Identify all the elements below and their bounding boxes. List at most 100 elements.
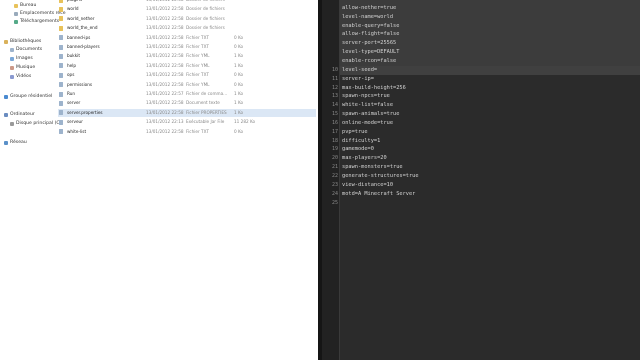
file-date: 13/01/2012 22:58 <box>146 53 184 59</box>
text-file-icon <box>59 129 63 135</box>
nav-item-label: Bureau <box>20 3 37 8</box>
file-date: 13/01/2012 22:58 <box>146 81 184 87</box>
file-row[interactable]: server 13/01/2012 22:58 Document texte 1 Ko <box>58 99 316 107</box>
file-type: Fichier TXT <box>186 72 209 78</box>
properties-file-icon <box>59 110 63 116</box>
code-line: online-mode=true <box>342 119 394 126</box>
nav-item-label: Documents <box>16 47 43 52</box>
code-line: max-build-height=256 <box>342 84 406 91</box>
jar-file-icon <box>59 119 63 125</box>
file-size: 11 282 Ko <box>234 119 256 125</box>
file-date: 13/01/2012 22:13 <box>146 119 184 125</box>
file-size: 0 Ko <box>234 34 244 40</box>
file-row[interactable]: Run 13/01/2012 22:57 Fichier de comma... 1 … <box>58 90 316 98</box>
nav-item[interactable]: Images <box>10 55 33 63</box>
library-icon <box>4 40 8 44</box>
document-icon <box>10 48 14 52</box>
nav-item[interactable]: Groupe résidentiel <box>4 93 52 101</box>
file-row[interactable]: world_nether 13/01/2012 22:58 Dossier de f… <box>58 15 316 23</box>
line-number: 20 <box>331 155 338 162</box>
file-row[interactable]: serveur 13/01/2012 22:13 Exécutable Jar Fi… <box>58 118 316 126</box>
file-date: 13/01/2012 22:58 <box>146 62 184 68</box>
file-name: world_the_end <box>67 25 98 31</box>
file-name: help <box>67 62 77 68</box>
file-name: white-list <box>67 128 87 134</box>
file-type: Fichier YML <box>186 62 210 68</box>
nav-item-label: Téléchargements <box>20 19 60 24</box>
drive-icon <box>10 122 14 126</box>
line-number: 24 <box>331 190 338 197</box>
nav-item[interactable]: Bibliothèques <box>4 38 41 46</box>
file-date: 13/01/2012 22:58 <box>146 72 184 78</box>
line-number: 12 <box>331 84 338 91</box>
file-row[interactable]: banned-ips 13/01/2012 22:58 Fichier TXT 0 K… <box>58 34 316 42</box>
nav-item[interactable]: Disque principal (C: <box>10 120 61 128</box>
file-size: 1 Ko <box>234 62 244 68</box>
nav-item[interactable]: Vidéos <box>10 73 31 81</box>
file-row[interactable]: server.properties 13/01/2012 22:58 Fichier… <box>58 108 316 117</box>
nav-item-label: Vidéos <box>16 74 32 79</box>
file-row[interactable]: ops 13/01/2012 22:58 Fichier TXT 0 Ko <box>58 71 316 79</box>
file-name: plugins <box>67 0 82 4</box>
folder-icon <box>59 25 63 31</box>
current-line-highlight <box>339 66 640 75</box>
file-type: Fichier TXT <box>186 128 209 134</box>
nav-item[interactable]: Musique <box>10 64 35 72</box>
code-line: spawn-npcs=true <box>342 93 390 100</box>
line-number: 22 <box>331 173 338 179</box>
nav-item-label: Réseau <box>10 140 27 145</box>
file-date: 13/01/2012 22:58 <box>146 100 184 106</box>
line-number-gutter: 10 11 12 13 14 15 16 17 18 19 20 21 22 23 24 25 <box>322 0 340 360</box>
file-type: Fichier TXT <box>186 34 209 40</box>
file-row[interactable]: help 13/01/2012 22:58 Fichier YML 1 Ko <box>58 62 316 70</box>
file-row[interactable]: world 13/01/2012 22:58 Dossier de fichiers <box>58 5 316 13</box>
file-size: 1 Ko <box>234 109 244 115</box>
code-line: max-players=20 <box>342 155 387 162</box>
file-type: Exécutable Jar File <box>186 119 225 125</box>
file-size: 0 Ko <box>234 44 244 49</box>
file-row[interactable]: banned-players 13/01/2012 22:58 Fichier TX… <box>58 43 316 51</box>
file-date: 13/01/2012 22:57 <box>146 91 184 96</box>
file-row[interactable]: plugins 13/01/2012 22:58Dossier de fichie… <box>58 0 316 4</box>
nav-item-label: Bibliothèques <box>10 39 42 44</box>
file-name: world_nether <box>67 15 95 21</box>
file-type: Fichier YML <box>186 53 210 59</box>
file-size: 1 Ko <box>234 100 244 106</box>
file-row[interactable]: world_the_end 13/01/2012 22:58 Dossier de … <box>58 24 316 32</box>
code-line: pvp=true <box>342 128 368 135</box>
file-type: Fichier TXT <box>186 44 209 49</box>
code-line: gamemode=0 <box>342 146 374 153</box>
file-name: server.properties <box>67 109 103 115</box>
file-name: bukkit <box>67 53 80 59</box>
nav-item[interactable]: Ordinateur <box>4 111 35 119</box>
nav-item[interactable]: Bureau <box>14 2 36 10</box>
text-file-icon <box>59 35 63 41</box>
nav-item[interactable]: Documents <box>10 46 42 54</box>
text-file-icon <box>59 44 63 50</box>
video-icon <box>10 75 14 79</box>
navigation-pane: Bureau Emplacements réce Téléchargements Bi… <box>0 0 66 360</box>
line-number: 13 <box>331 93 338 100</box>
file-row[interactable]: bukkit 13/01/2012 22:58 Fichier YML 1 Ko <box>58 52 316 60</box>
line-number: 17 <box>331 128 338 135</box>
file-row[interactable]: white-list 13/01/2012 22:58 Fichier TXT 0 K… <box>58 128 316 136</box>
file-size: 0 Ko <box>234 81 244 87</box>
file-list: plugins13/01/2012 22:58Dossier de fichie… <box>58 0 316 360</box>
file-name: server <box>67 100 81 106</box>
file-type: Dossier de fichiers <box>186 25 225 31</box>
file-type: Fichier PROPERTIES <box>186 109 227 115</box>
line-number: 16 <box>331 119 338 126</box>
code-line: enable-query=false <box>342 22 400 29</box>
file-date: 13/01/2012 22:58 <box>146 6 184 12</box>
text-file-icon <box>59 63 63 69</box>
music-icon <box>10 66 14 70</box>
line-number: 11 <box>331 75 338 82</box>
nav-item[interactable]: Téléchargements <box>14 18 59 26</box>
nav-item[interactable]: Réseau <box>4 139 27 147</box>
file-row[interactable]: permissions 13/01/2012 22:58 Fichier YML 0 … <box>58 81 316 89</box>
file-type: Dossier de fichiers <box>186 15 225 21</box>
file-date: 13/01/2012 22:58 <box>146 0 184 4</box>
file-size: 0 Ko <box>234 128 244 134</box>
file-name: banned-players <box>67 44 100 49</box>
file-date: 13/01/2012 22:58 <box>146 15 184 21</box>
